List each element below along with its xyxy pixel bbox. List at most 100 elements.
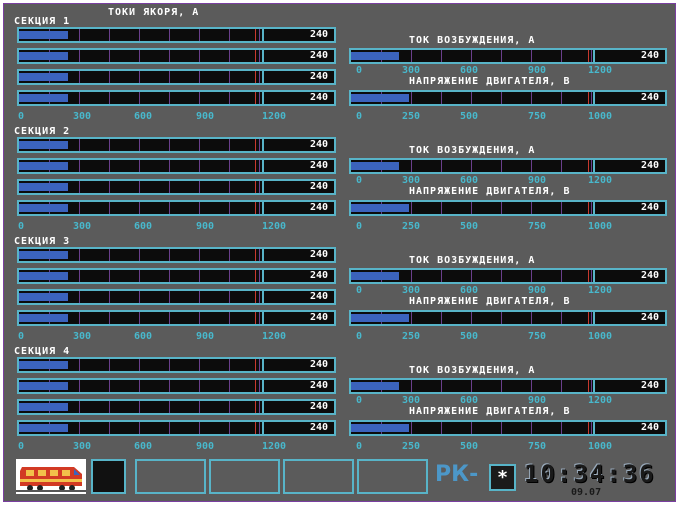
voltage-scale-tick: 0: [356, 331, 363, 342]
bar-value: 240: [262, 92, 334, 104]
grid-line: [79, 50, 80, 62]
grid-line: [199, 50, 200, 62]
grid-line: [139, 422, 140, 434]
grid-line: [169, 160, 170, 172]
empty-slot-1: [135, 459, 206, 494]
armature-scale-tick: 300: [73, 331, 92, 342]
grid-line: [139, 50, 140, 62]
grid-line: [199, 202, 200, 214]
bar-value: 240: [593, 270, 665, 282]
grid-line: [199, 160, 200, 172]
grid-line: [441, 160, 442, 172]
grid-line: [139, 181, 140, 193]
limit-marker: [255, 202, 256, 214]
limit-marker: [255, 50, 256, 62]
limit-marker: [255, 359, 256, 371]
grid-line: [411, 160, 412, 172]
grid-line: [591, 160, 592, 172]
grid-line: [471, 160, 472, 172]
motor-voltage-label: НАПРЯЖЕНИЕ ДВИГАТЕЛЯ, В: [409, 296, 571, 307]
bar-value: 240: [262, 160, 334, 172]
armature-current-bar-2: 240: [17, 268, 336, 284]
excitation-scale-tick: 0: [356, 175, 363, 186]
armature-current-bar-1: 240: [17, 357, 336, 373]
voltage-scale-tick: 1000: [588, 221, 613, 232]
bar-fill: [19, 162, 68, 170]
limit-marker: [255, 181, 256, 193]
grid-line: [259, 359, 260, 371]
grid-line: [471, 202, 472, 214]
motor-voltage-bar: 240: [349, 90, 667, 106]
grid-line: [259, 401, 260, 413]
grid-line: [199, 92, 200, 104]
armature-current-bar-4: 240: [17, 310, 336, 326]
excitation-scale-tick: 300: [402, 285, 421, 296]
grid-line: [169, 401, 170, 413]
grid-line: [591, 312, 592, 324]
armature-current-bar-2: 240: [17, 158, 336, 174]
grid-line: [471, 50, 472, 62]
grid-line: [79, 71, 80, 83]
bar-fill: [351, 94, 409, 102]
bar-fill: [351, 314, 409, 322]
empty-slot-4: [357, 459, 428, 494]
grid-line: [169, 202, 170, 214]
armature-current-bar-4: 240: [17, 200, 336, 216]
limit-marker: [255, 380, 256, 392]
grid-line: [79, 92, 80, 104]
limit-marker: [255, 291, 256, 303]
empty-slot-2: [209, 459, 280, 494]
armature-scale-tick: 600: [134, 111, 153, 122]
bar-fill: [19, 272, 68, 280]
grid-line: [591, 202, 592, 214]
empty-slot-3: [283, 459, 354, 494]
grid-line: [109, 181, 110, 193]
grid-line: [259, 29, 260, 41]
voltage-scale-tick: 750: [528, 331, 547, 342]
excitation-scale-tick: 900: [528, 175, 547, 186]
excitation-scale-tick: 300: [402, 65, 421, 76]
grid-line: [169, 249, 170, 261]
grid-line: [411, 92, 412, 104]
motor-voltage-bar: 240: [349, 310, 667, 326]
grid-line: [229, 29, 230, 41]
grid-line: [79, 202, 80, 214]
excitation-current-bar: 240: [349, 268, 667, 284]
bar-fill: [19, 293, 68, 301]
voltage-scale-tick: 250: [402, 441, 421, 452]
grid-line: [561, 50, 562, 62]
excitation-scale-tick: 1200: [588, 175, 613, 186]
armature-scale-tick: 900: [196, 221, 215, 232]
bar-value: 240: [262, 270, 334, 282]
grid-line: [169, 380, 170, 392]
grid-line: [229, 422, 230, 434]
voltage-scale-tick: 500: [460, 441, 479, 452]
grid-line: [411, 312, 412, 324]
bar-fill: [19, 204, 68, 212]
grid-line: [561, 422, 562, 434]
motor-voltage-label: НАПРЯЖЕНИЕ ДВИГАТЕЛЯ, В: [409, 76, 571, 87]
grid-line: [229, 50, 230, 62]
bar-fill: [19, 52, 68, 60]
armature-scale-tick: 0: [18, 331, 25, 342]
grid-line: [259, 380, 260, 392]
limit-marker: [588, 270, 589, 282]
bar-value: 240: [593, 202, 665, 214]
grid-line: [441, 92, 442, 104]
limit-marker: [255, 312, 256, 324]
bar-fill: [351, 382, 399, 390]
grid-line: [561, 312, 562, 324]
voltage-scale-tick: 250: [402, 331, 421, 342]
bar-fill: [19, 31, 68, 39]
grid-line: [109, 202, 110, 214]
status-indicator-box[interactable]: [91, 459, 126, 494]
grid-line: [169, 50, 170, 62]
bar-value: 240: [262, 71, 334, 83]
grid-line: [109, 422, 110, 434]
controller-position-value[interactable]: *: [489, 464, 516, 491]
limit-marker: [255, 249, 256, 261]
excitation-scale-tick: 600: [460, 175, 479, 186]
grid-line: [561, 380, 562, 392]
grid-line: [259, 139, 260, 151]
voltage-scale-tick: 1000: [588, 331, 613, 342]
